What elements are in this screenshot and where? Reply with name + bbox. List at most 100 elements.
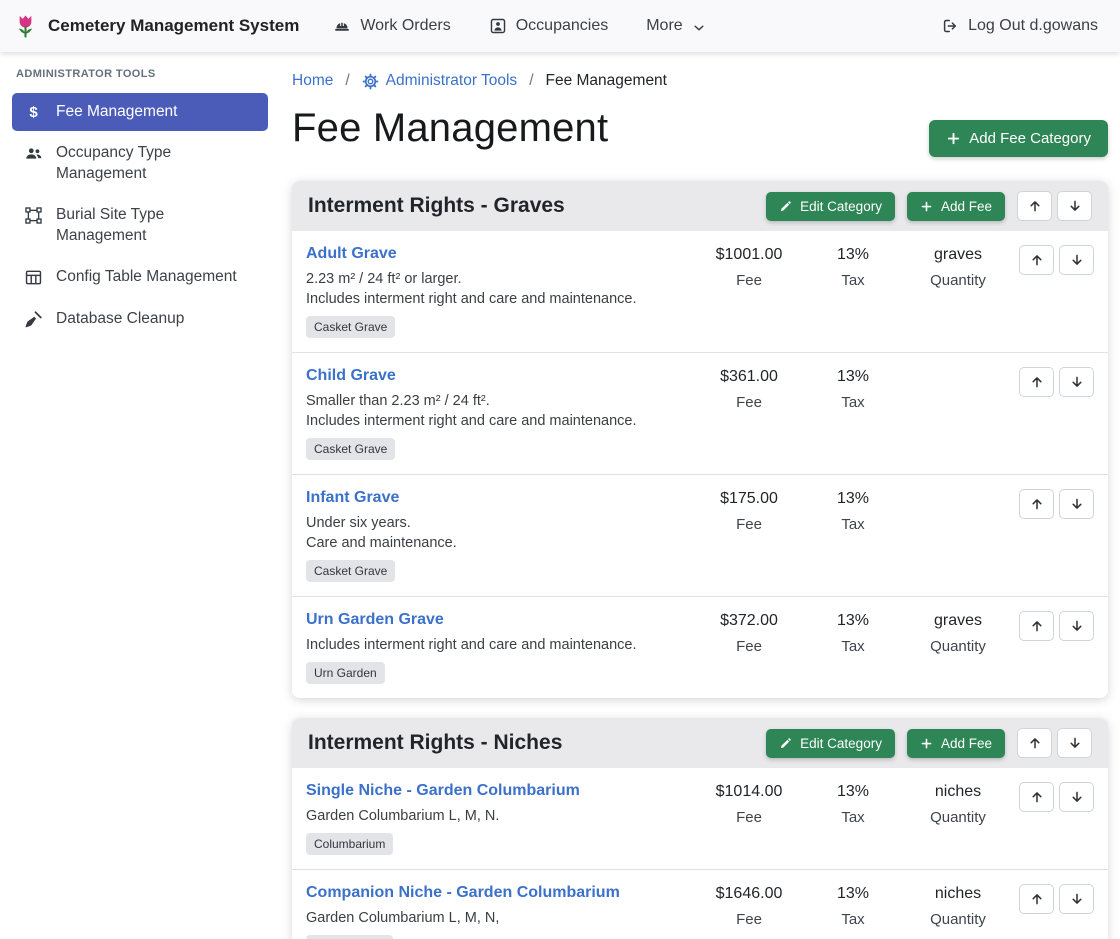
fee-description: Includes interment right and care and ma… [306, 413, 686, 429]
dollar-icon [24, 103, 43, 122]
fee-quantity: graves [902, 246, 1014, 264]
fee-name-link[interactable]: Companion Niche - Garden Columbarium [306, 884, 620, 902]
fee-amount-label: Fee [694, 394, 804, 411]
pencil-icon [779, 737, 792, 750]
edit-category-button[interactable]: Edit Category [766, 729, 895, 758]
category-actions: Edit Category Add Fee [766, 728, 1092, 758]
nav-more[interactable]: More [646, 17, 705, 35]
vector-square-icon [24, 206, 43, 225]
fee-description: 2.23 m² / 24 ft² or larger. [306, 271, 686, 287]
move-fee-up-button[interactable] [1019, 782, 1054, 812]
arrow-up-icon [1028, 199, 1042, 213]
fee-quantity-label [902, 516, 1014, 533]
fee-amount-label: Fee [694, 809, 804, 826]
breadcrumb-separator: / [529, 72, 533, 90]
gear-icon [362, 73, 379, 90]
fee-name-link[interactable]: Child Grave [306, 367, 396, 385]
fee-tax-label: Tax [804, 911, 902, 928]
sidebar-item-occupancy-type-management[interactable]: Occupancy Type Management [12, 134, 268, 193]
move-fee-down-button[interactable] [1059, 367, 1094, 397]
breadcrumb-home-link[interactable]: Home [292, 72, 333, 90]
sidebar-heading: ADMINISTRATOR TOOLS [0, 64, 280, 90]
fee-name-link[interactable]: Urn Garden Grave [306, 611, 444, 629]
fee-amount-label: Fee [694, 638, 804, 655]
edit-category-button[interactable]: Edit Category [766, 192, 895, 221]
fee-quantity-label: Quantity [902, 638, 1014, 655]
plus-icon [920, 737, 933, 750]
fee-quantity-column: graves Quantity [902, 611, 1014, 655]
move-fee-down-button[interactable] [1059, 884, 1094, 914]
fee-reorder-buttons [1014, 611, 1094, 641]
move-fee-up-button[interactable] [1019, 489, 1054, 519]
add-fee-category-button[interactable]: Add Fee Category [929, 120, 1108, 157]
fee-quantity-column [902, 367, 1014, 411]
arrow-down-icon [1068, 736, 1082, 750]
fee-rows: Single Niche - Garden Columbarium Garden… [292, 768, 1108, 939]
navbar-links: Work Orders Occupancies More [333, 17, 705, 35]
fee-name-link[interactable]: Adult Grave [306, 245, 397, 263]
move-category-up-button[interactable] [1017, 728, 1052, 758]
add-fee-button[interactable]: Add Fee [907, 729, 1005, 758]
move-fee-down-button[interactable] [1059, 245, 1094, 275]
fee-reorder-buttons [1014, 884, 1094, 914]
fee-type-badge: Columbarium [306, 833, 393, 855]
move-category-up-button[interactable] [1017, 191, 1052, 221]
occupancy-icon [489, 17, 507, 35]
app-brand[interactable]: Cemetery Management System [12, 13, 299, 40]
fee-tax: 13% [804, 368, 902, 386]
logout-link[interactable]: Log Out d.gowans [941, 17, 1098, 35]
fee-info: Adult Grave 2.23 m² / 24 ft² or larger. I… [306, 245, 694, 338]
fee-description: Garden Columbarium L, M, N, [306, 910, 686, 926]
fee-amount-column: $372.00 Fee [694, 611, 804, 655]
fee-type-badge: Casket Grave [306, 438, 395, 460]
fee-info: Urn Garden Grave Includes interment righ… [306, 611, 694, 684]
arrow-down-icon [1070, 619, 1084, 633]
fee-tax: 13% [804, 246, 902, 264]
fee-name-link[interactable]: Infant Grave [306, 489, 399, 507]
arrow-up-icon [1030, 375, 1044, 389]
fee-info: Infant Grave Under six years.Care and ma… [306, 489, 694, 582]
breadcrumb-admin-tools-link[interactable]: Administrator Tools [362, 72, 518, 90]
tulip-logo-icon [12, 13, 39, 40]
fee-tax-column: 13% Tax [804, 611, 902, 655]
fee-quantity-label [902, 394, 1014, 411]
category-title: Interment Rights - Graves [308, 194, 754, 218]
add-fee-label: Add Fee [941, 199, 992, 214]
move-fee-down-button[interactable] [1059, 782, 1094, 812]
fee-amount-column: $361.00 Fee [694, 367, 804, 411]
fee-quantity [902, 490, 1014, 508]
sidebar-item-config-table-management[interactable]: Config Table Management [12, 258, 268, 296]
fee-name-link[interactable]: Single Niche - Garden Columbarium [306, 782, 580, 800]
table-icon [24, 268, 43, 287]
move-fee-up-button[interactable] [1019, 611, 1054, 641]
broom-icon [24, 310, 43, 329]
add-fee-button[interactable]: Add Fee [907, 192, 1005, 221]
nav-occupancies[interactable]: Occupancies [489, 17, 609, 35]
nav-occupancies-label: Occupancies [516, 17, 609, 35]
fee-tax-label: Tax [804, 272, 902, 289]
fee-reorder-buttons [1014, 782, 1094, 812]
move-fee-up-button[interactable] [1019, 884, 1054, 914]
app-title: Cemetery Management System [48, 16, 299, 36]
fee-quantity-label: Quantity [902, 809, 1014, 826]
move-fee-down-button[interactable] [1059, 611, 1094, 641]
fee-quantity-column: niches Quantity [902, 884, 1014, 928]
fee-tax-column: 13% Tax [804, 884, 902, 928]
fee-row: Adult Grave 2.23 m² / 24 ft² or larger. I… [292, 231, 1108, 353]
move-category-down-button[interactable] [1057, 728, 1092, 758]
sidebar-item-burial-site-type-management[interactable]: Burial Site Type Management [12, 196, 268, 255]
nav-work-orders[interactable]: Work Orders [333, 17, 450, 35]
breadcrumb-current: Fee Management [546, 72, 668, 90]
breadcrumb-separator: / [345, 72, 349, 90]
fee-amount: $361.00 [694, 368, 804, 386]
sidebar-item-fee-management[interactable]: Fee Management [12, 93, 268, 131]
move-fee-down-button[interactable] [1059, 489, 1094, 519]
breadcrumb-admin-tools-label: Administrator Tools [386, 72, 518, 90]
move-category-down-button[interactable] [1057, 191, 1092, 221]
fee-tax-column: 13% Tax [804, 367, 902, 411]
fee-description: Includes interment right and care and ma… [306, 291, 686, 307]
fee-amount-label: Fee [694, 911, 804, 928]
sidebar-item-database-cleanup[interactable]: Database Cleanup [12, 300, 268, 338]
move-fee-up-button[interactable] [1019, 245, 1054, 275]
move-fee-up-button[interactable] [1019, 367, 1054, 397]
